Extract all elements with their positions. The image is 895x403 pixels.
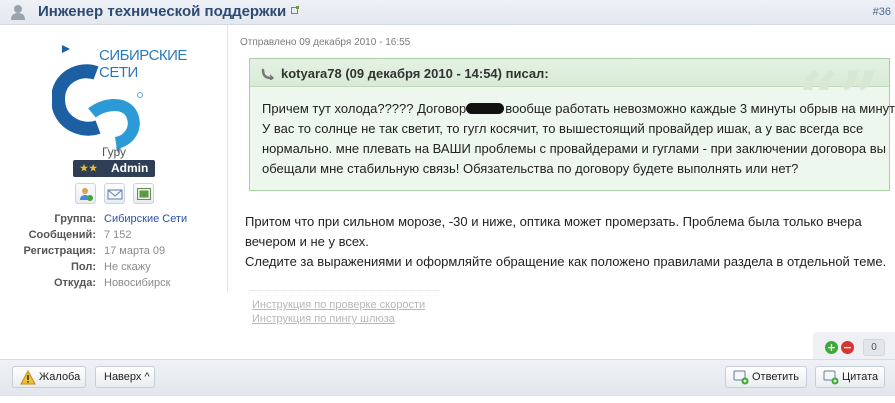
send-pm-button[interactable]	[104, 183, 125, 204]
quote-author: kotyara78 (09 декабря 2010 - 14:54) писа…	[281, 66, 549, 81]
rating-count: 0	[863, 339, 885, 356]
post-line: Притом что при сильном морозе, -30 и ниж…	[245, 214, 862, 229]
report-label: Жалоба	[39, 371, 81, 383]
info-value: Новосибирск	[104, 277, 171, 289]
forum-post: Инженер технической поддержки #36 СИБИРС…	[0, 0, 895, 403]
info-key: Сообщений:	[28, 229, 96, 241]
info-value: 7 152	[104, 229, 132, 241]
report-button[interactable]: Жалоба	[12, 366, 86, 388]
post-title-text[interactable]: Инженер технической поддержки	[38, 3, 286, 20]
admin-badge-label: Admin	[111, 161, 149, 175]
view-gallery-button[interactable]	[133, 183, 154, 204]
signature-divider	[250, 290, 440, 291]
quote-text: Причем тут холода????? Договор вообще раб…	[262, 99, 895, 179]
back-to-top-label: Наверх ^	[104, 371, 150, 383]
info-row-registered: Регистрация: 17 марта 09	[0, 245, 228, 261]
rating-box: + − 0	[813, 332, 895, 362]
author-column: СИБИРСКИЕ СЕТИ Гуру ★★ Admin Группа: Сиб…	[0, 25, 228, 293]
avatar: СИБИРСКИЕ СЕТИ	[52, 37, 187, 155]
quote-line: нормально. мне плевать на ВАШИ проблемы …	[262, 141, 886, 156]
info-key: Регистрация:	[23, 245, 96, 257]
quote-arrow-icon	[261, 68, 274, 80]
user-rank: Гуру	[101, 145, 127, 159]
post-date: Отправлено 09 декабря 2010 - 16:55	[240, 37, 411, 48]
info-row-posts: Сообщений: 7 152	[0, 229, 228, 245]
post-header: Инженер технической поддержки #36	[0, 0, 895, 25]
post-number-link[interactable]: #36	[873, 6, 891, 18]
info-row-group: Группа: Сибирские Сети	[0, 213, 228, 229]
info-value: 17 марта 09	[104, 245, 166, 257]
info-key: Откуда:	[53, 277, 96, 289]
post-line: Следите за выражениями и оформляйте обра…	[245, 254, 887, 269]
reply-label: Ответить	[752, 371, 800, 383]
info-value: Не скажу	[104, 261, 151, 273]
quote-line: вообще работать невозможно каждые 3 мину…	[505, 101, 895, 116]
external-link-icon[interactable]	[291, 6, 300, 14]
group-link[interactable]: Сибирские Сети	[104, 213, 187, 225]
quote-line: обещали мне стабильную связь! Обязательс…	[262, 161, 799, 176]
quote-line: У вас то солнце не так светит, то гугл к…	[262, 121, 864, 136]
back-to-top-button[interactable]: Наверх ^	[95, 366, 155, 388]
bottom-divider	[0, 395, 895, 403]
post-text: Притом что при сильном морозе, -30 и ниж…	[245, 212, 887, 272]
reply-icon	[733, 370, 749, 385]
admin-badge: ★★ Admin	[73, 160, 155, 177]
censor-blot	[466, 103, 505, 114]
view-profile-button[interactable]	[75, 183, 96, 204]
quote-header: kotyara78 (09 декабря 2010 - 14:54) писа…	[250, 59, 889, 87]
info-row-gender: Пол: Не скажу	[0, 261, 228, 277]
quote-block: kotyara78 (09 декабря 2010 - 14:54) писа…	[249, 58, 895, 191]
post-title[interactable]: Инженер технической поддержки	[38, 3, 300, 20]
info-key: Группа:	[54, 213, 96, 225]
post-footer: Жалоба Наверх ^ Ответить Цитата	[0, 359, 895, 395]
info-key: Пол:	[70, 261, 96, 273]
warning-icon	[20, 370, 36, 385]
quote-button[interactable]: Цитата	[815, 366, 885, 388]
star-icon: ★★	[80, 163, 99, 173]
rate-down-button[interactable]: −	[841, 341, 854, 354]
envelope-icon	[107, 189, 123, 200]
user-icon	[11, 5, 25, 20]
signature-link-ping[interactable]: Инструкция по пингу шлюза	[252, 313, 395, 325]
logo-text-line2: СЕТИ	[99, 64, 138, 81]
quote-line: Причем тут холода????? Договор	[262, 101, 467, 116]
profile-icon	[80, 188, 93, 201]
quote-reply-icon	[823, 370, 839, 385]
picture-icon	[137, 188, 151, 200]
post-line: вечером и не у всех.	[245, 234, 369, 249]
reply-button[interactable]: Ответить	[725, 366, 807, 388]
rate-up-button[interactable]: +	[825, 341, 838, 354]
signature-link-speed[interactable]: Инструкция по проверке скорости	[252, 299, 425, 311]
logo-text-line1: СИБИРСКИЕ	[99, 47, 187, 64]
quote-label: Цитата	[842, 371, 879, 383]
info-row-location: Откуда: Новосибирск	[0, 277, 228, 293]
